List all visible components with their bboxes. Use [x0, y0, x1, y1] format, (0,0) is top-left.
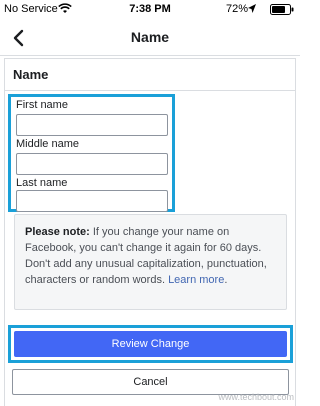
nav-bar: Name	[0, 20, 300, 56]
location-arrow-icon	[248, 4, 256, 13]
section-divider	[5, 90, 295, 91]
middle-name-input[interactable]	[16, 153, 168, 175]
last-name-input[interactable]	[16, 190, 168, 212]
status-bar: No Service 7:38 PM 72%	[0, 0, 300, 20]
name-settings-card: Name First name Middle name Last name Pl…	[4, 58, 296, 406]
section-title: Name	[13, 67, 49, 82]
middle-name-label: Middle name	[16, 138, 79, 150]
battery-icon	[270, 4, 294, 15]
battery-percentage: 72%	[225, 3, 248, 15]
last-name-label: Last name	[16, 177, 68, 189]
name-fields-highlight: First name Middle name Last name	[8, 94, 175, 212]
note-end: .	[224, 274, 228, 286]
first-name-input[interactable]	[16, 114, 168, 136]
learn-more-link[interactable]: Learn more	[168, 274, 224, 286]
review-change-button[interactable]: Review Change	[14, 331, 287, 357]
note-heading: Please note:	[25, 226, 90, 238]
name-change-note: Please note: If you change your name on …	[14, 214, 287, 310]
review-button-highlight: Review Change	[8, 325, 293, 363]
watermark: www.techbout.com	[218, 392, 294, 402]
page-title: Name	[130, 29, 170, 45]
first-name-label: First name	[16, 99, 68, 111]
